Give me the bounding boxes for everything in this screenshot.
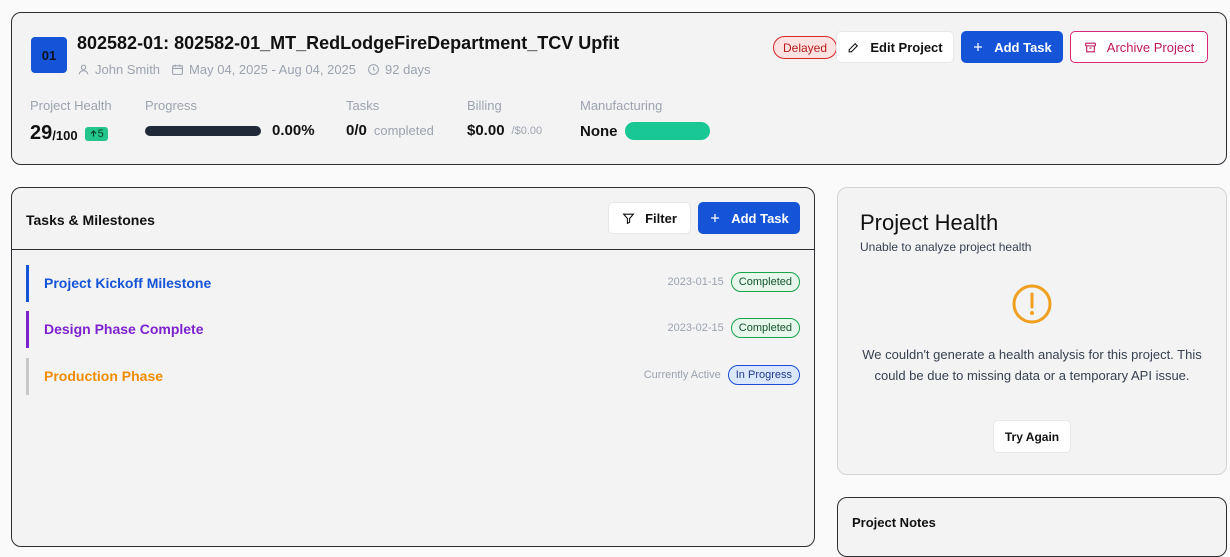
progress-stat-value-row: 0.00% <box>145 122 315 139</box>
tasks-milestones-card: Tasks & Milestones Filter Add Task Proje… <box>11 187 815 547</box>
project-title: 802582-01: 802582-01_MT_RedLodgeFireDepa… <box>77 33 620 53</box>
archive-project-button[interactable]: Archive Project <box>1070 31 1208 63</box>
try-again-button[interactable]: Try Again <box>993 420 1071 453</box>
duration-meta: 92 days <box>367 62 431 77</box>
plus-icon <box>711 214 720 222</box>
manufacturing-bar <box>624 122 710 140</box>
warning-icon <box>1012 284 1052 324</box>
billing-stat-value-row: $0.00 /$0.00 <box>467 122 542 139</box>
archive-icon <box>1084 42 1096 52</box>
health-delta-badge: 5 <box>84 126 108 141</box>
milestone-item[interactable]: Design Phase Complete 2023-02-15 Complet… <box>26 311 800 348</box>
health-max: /100 <box>52 128 78 143</box>
health-stat-label: Project Health <box>30 98 112 113</box>
manufacturing-value: None <box>580 122 618 140</box>
health-error-message: We couldn't generate a health analysis f… <box>862 347 1202 383</box>
health-panel-subtitle: Unable to analyze project health <box>860 240 1032 254</box>
duration: 92 days <box>385 62 431 77</box>
milestone-title: Project Kickoff Milestone <box>44 275 212 291</box>
milestone-meta: 2023-01-15 Completed <box>668 272 800 292</box>
tasks-stat-label: Tasks <box>346 98 380 113</box>
add-task-header-label: Add Task <box>994 39 1052 55</box>
billing-value: $0.00 <box>467 122 505 139</box>
tasks-stat-value-row: 0/0 completed <box>346 122 434 139</box>
milestone-meta: 2023-02-15 Completed <box>668 318 800 338</box>
milestone-title: Design Phase Complete <box>44 321 204 337</box>
health-delta: 5 <box>97 127 104 140</box>
edit-icon <box>849 42 859 52</box>
milestone-meta: Currently Active In Progress <box>644 365 800 385</box>
milestone-item[interactable]: Production Phase Currently Active In Pro… <box>26 358 800 395</box>
manufacturing-stat-label: Manufacturing <box>580 98 663 113</box>
health-stat-value-row: 29 /100 5 <box>30 122 112 145</box>
owner-name: John Smith <box>95 62 161 77</box>
tasks-stat: Tasks 0/0 completed <box>346 98 434 139</box>
progress-value: 0.00% <box>272 122 315 139</box>
progress-stat-label: Progress <box>145 98 198 113</box>
add-task-label: Add Task <box>731 210 789 226</box>
tasks-value: 0/0 <box>346 122 367 139</box>
filter-button[interactable]: Filter <box>608 202 691 234</box>
tasks-header: Tasks & Milestones Filter Add Task <box>12 188 814 250</box>
milestone-status-badge: Completed <box>730 318 800 338</box>
calendar-icon <box>172 64 183 75</box>
milestone-item[interactable]: Project Kickoff Milestone 2023-01-15 Com… <box>26 265 800 302</box>
date-meta: May 04, 2025 - Aug 04, 2025 <box>171 62 356 77</box>
health-stat: Project Health 29 /100 5 <box>30 98 112 145</box>
project-header-card: 01 802582-01: 802582-01_MT_RedLodgeFireD… <box>11 12 1227 165</box>
progress-stat: Progress 0.00% <box>145 98 315 139</box>
project-notes-card: Project Notes <box>837 497 1227 557</box>
notes-title: Project Notes <box>852 515 936 530</box>
milestone-date: Currently Active <box>643 369 721 381</box>
milestone-date: 2023-02-15 <box>667 322 724 334</box>
manufacturing-stat-value-row: None <box>580 122 710 140</box>
billing-stat: Billing $0.00 /$0.00 <box>467 98 542 139</box>
health-score: 29 <box>30 122 53 144</box>
edit-project-button[interactable]: Edit Project <box>836 31 954 63</box>
health-panel-title: Project Health <box>860 210 999 235</box>
milestone-date: 2023-01-15 <box>667 276 724 288</box>
milestone-status-badge: Completed <box>730 272 800 292</box>
manufacturing-stat: Manufacturing None <box>580 98 710 140</box>
tasks-title: Tasks & Milestones <box>26 212 155 228</box>
user-icon <box>78 64 89 75</box>
date-range: May 04, 2025 - Aug 04, 2025 <box>189 62 357 77</box>
arrow-up-icon <box>90 130 97 137</box>
milestone-status-badge: In Progress <box>727 365 800 385</box>
tasks-suffix: completed <box>373 123 434 138</box>
project-meta: John Smith May 04, 2025 - Aug 04, 2025 9… <box>77 62 442 77</box>
plus-icon <box>974 43 983 51</box>
owner-meta: John Smith <box>77 62 160 77</box>
archive-project-label: Archive Project <box>1106 39 1195 55</box>
filter-label: Filter <box>645 210 677 226</box>
add-task-header-button[interactable]: Add Task <box>961 31 1063 63</box>
milestone-title: Production Phase <box>44 368 164 384</box>
edit-project-label: Edit Project <box>870 39 943 55</box>
project-badge: 01 <box>31 37 67 73</box>
progress-bar <box>145 125 261 136</box>
billing-total: /$0.00 <box>511 124 543 137</box>
add-task-button[interactable]: Add Task <box>698 202 800 234</box>
billing-stat-label: Billing <box>467 98 502 113</box>
project-health-card: Project Health Unable to analyze project… <box>837 187 1227 475</box>
filter-icon <box>622 213 635 224</box>
status-badge: Delayed <box>773 36 838 59</box>
clock-icon <box>368 64 379 75</box>
